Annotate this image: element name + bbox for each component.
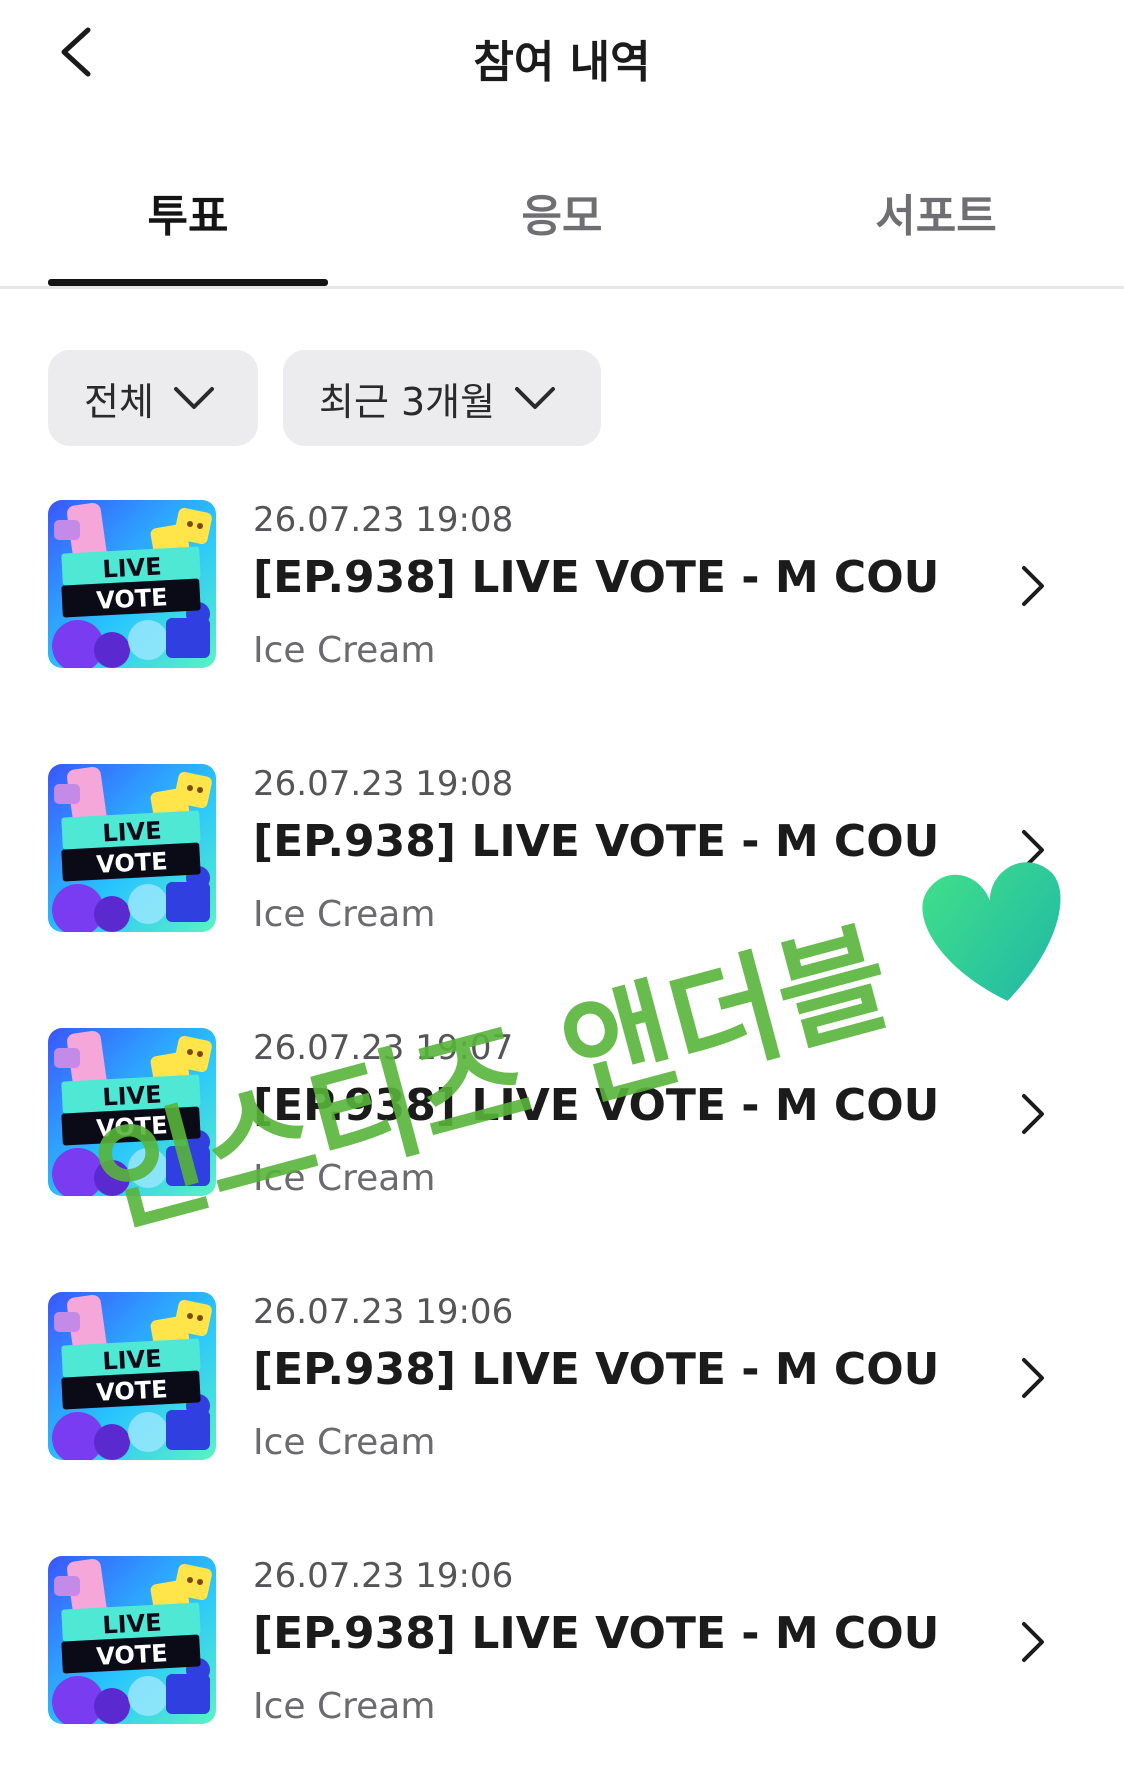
- list-item[interactable]: LIVE VOTE 26.07.23 19:08 [EP.938] LIVE V…: [0, 764, 1124, 974]
- thumbnail-vote-text: VOTE: [96, 1111, 169, 1143]
- item-title: [EP.938] LIVE VOTE - M COU...: [253, 1608, 943, 1659]
- item-artist: Ice Cream: [253, 1686, 436, 1727]
- tab-entry[interactable]: 응모: [422, 180, 702, 244]
- list-item[interactable]: LIVE VOTE 26.07.23 19:06 [EP.938] LIVE V…: [0, 1292, 1124, 1502]
- list-item[interactable]: LIVE VOTE 26.07.23 19:07 [EP.938] LIVE V…: [0, 1028, 1124, 1238]
- item-date: 26.07.23 19:08: [253, 500, 514, 540]
- chevron-right-icon: [1022, 566, 1044, 606]
- active-tab-indicator: [48, 279, 328, 286]
- thumbnail-live-text: LIVE: [102, 552, 163, 583]
- item-title: [EP.938] LIVE VOTE - M COU...: [253, 1344, 943, 1395]
- chevron-down-icon: [515, 387, 556, 409]
- chevron-right-icon: [1022, 830, 1044, 870]
- live-vote-thumbnail: LIVE VOTE: [48, 1556, 216, 1724]
- period-filter-dropdown[interactable]: 최근 3개월: [283, 350, 601, 446]
- chevron-right-icon: [1022, 1094, 1044, 1134]
- live-vote-thumbnail: LIVE VOTE: [48, 500, 216, 668]
- live-vote-thumbnail: LIVE VOTE: [48, 1028, 216, 1196]
- list-item[interactable]: LIVE VOTE 26.07.23 19:08 [EP.938] LIVE V…: [0, 500, 1124, 710]
- category-filter-dropdown[interactable]: 전체: [48, 350, 258, 446]
- chevron-right-icon: [1022, 1358, 1044, 1398]
- item-artist: Ice Cream: [253, 1158, 436, 1199]
- item-date: 26.07.23 19:06: [253, 1292, 514, 1332]
- thumbnail-vote-text: VOTE: [96, 583, 169, 615]
- page-title: 참여 내역: [473, 37, 651, 88]
- live-vote-thumbnail: LIVE VOTE: [48, 1292, 216, 1460]
- thumbnail-vote-text: VOTE: [96, 847, 169, 879]
- chevron-right-icon: [1022, 1622, 1044, 1662]
- thumbnail-live-text: LIVE: [102, 1608, 163, 1639]
- thumbnail-live-text: LIVE: [102, 1080, 163, 1111]
- item-title: [EP.938] LIVE VOTE - M COU...: [253, 552, 943, 603]
- thumbnail-live-text: LIVE: [102, 816, 163, 847]
- header: 참여 내역: [0, 0, 1124, 110]
- list-item[interactable]: LIVE VOTE 26.07.23 19:06 [EP.938] LIVE V…: [0, 1556, 1124, 1766]
- item-date: 26.07.23 19:08: [253, 764, 514, 804]
- live-vote-thumbnail: LIVE VOTE: [48, 764, 216, 932]
- tab-vote[interactable]: 투표: [48, 180, 328, 244]
- thumbnail-live-text: LIVE: [102, 1344, 163, 1375]
- tab-support[interactable]: 서포트: [796, 180, 1076, 244]
- tab-bar: 투표 응모 서포트: [0, 150, 1124, 289]
- item-artist: Ice Cream: [253, 1422, 436, 1463]
- thumbnail-vote-text: VOTE: [96, 1639, 169, 1671]
- item-title: [EP.938] LIVE VOTE - M COU...: [253, 816, 943, 867]
- chevron-down-icon: [173, 387, 214, 409]
- thumbnail-vote-text: VOTE: [96, 1375, 169, 1407]
- item-artist: Ice Cream: [253, 630, 436, 671]
- item-date: 26.07.23 19:06: [253, 1556, 514, 1596]
- item-artist: Ice Cream: [253, 894, 436, 935]
- item-title: [EP.938] LIVE VOTE - M COU...: [253, 1080, 943, 1131]
- category-filter-label: 전체: [84, 379, 154, 424]
- period-filter-label: 최근 3개월: [319, 379, 496, 424]
- item-date: 26.07.23 19:07: [253, 1028, 514, 1068]
